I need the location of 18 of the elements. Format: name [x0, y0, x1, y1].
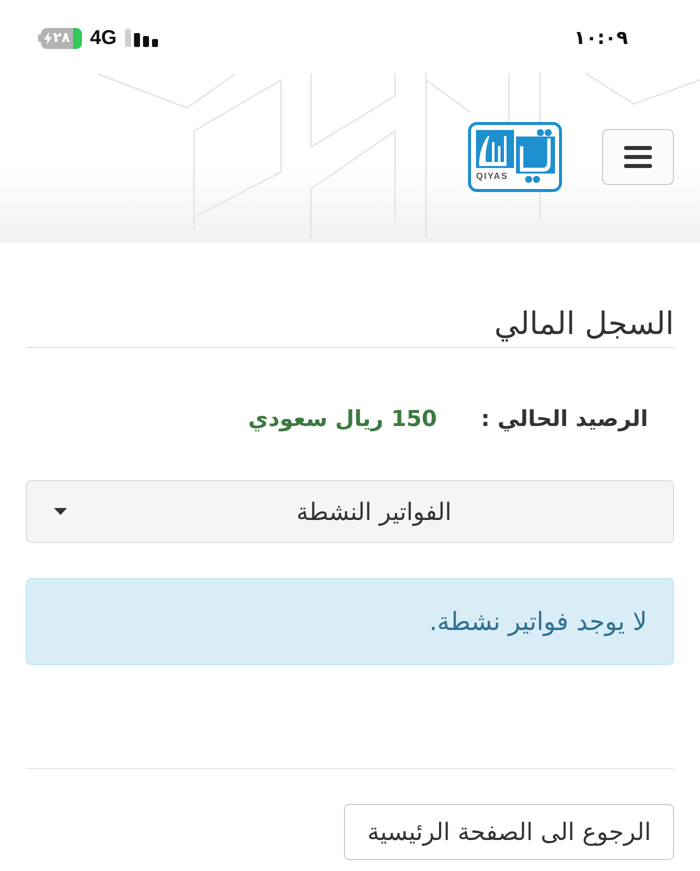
balance-value: 150 ريال سعودي	[248, 406, 437, 432]
signal-icon	[124, 29, 160, 47]
page-title: السجل المالي	[494, 306, 674, 342]
logo-mark-icon	[476, 128, 514, 168]
network-type: 4G	[90, 26, 117, 50]
menu-button[interactable]	[602, 128, 674, 184]
back-home-button[interactable]: الرجوع الى الصفحة الرئيسية	[344, 804, 674, 860]
caret-icon	[54, 508, 67, 515]
logo-text: QIYAS	[476, 170, 508, 180]
balance-label: الرصيد الحالي :	[481, 406, 648, 432]
status-time: ١٠:٠٩	[574, 27, 628, 49]
logo-mark-icon	[516, 128, 555, 184]
invoices-dropdown[interactable]: الفواتير النشطة	[26, 480, 674, 543]
battery-fill	[73, 28, 82, 48]
logo[interactable]: QIYAS	[468, 122, 562, 192]
battery-percentage: ٢٨	[52, 31, 70, 45]
alert-message: لا يوجد فواتير نشطة.	[429, 607, 647, 636]
menu-icon	[624, 146, 652, 168]
